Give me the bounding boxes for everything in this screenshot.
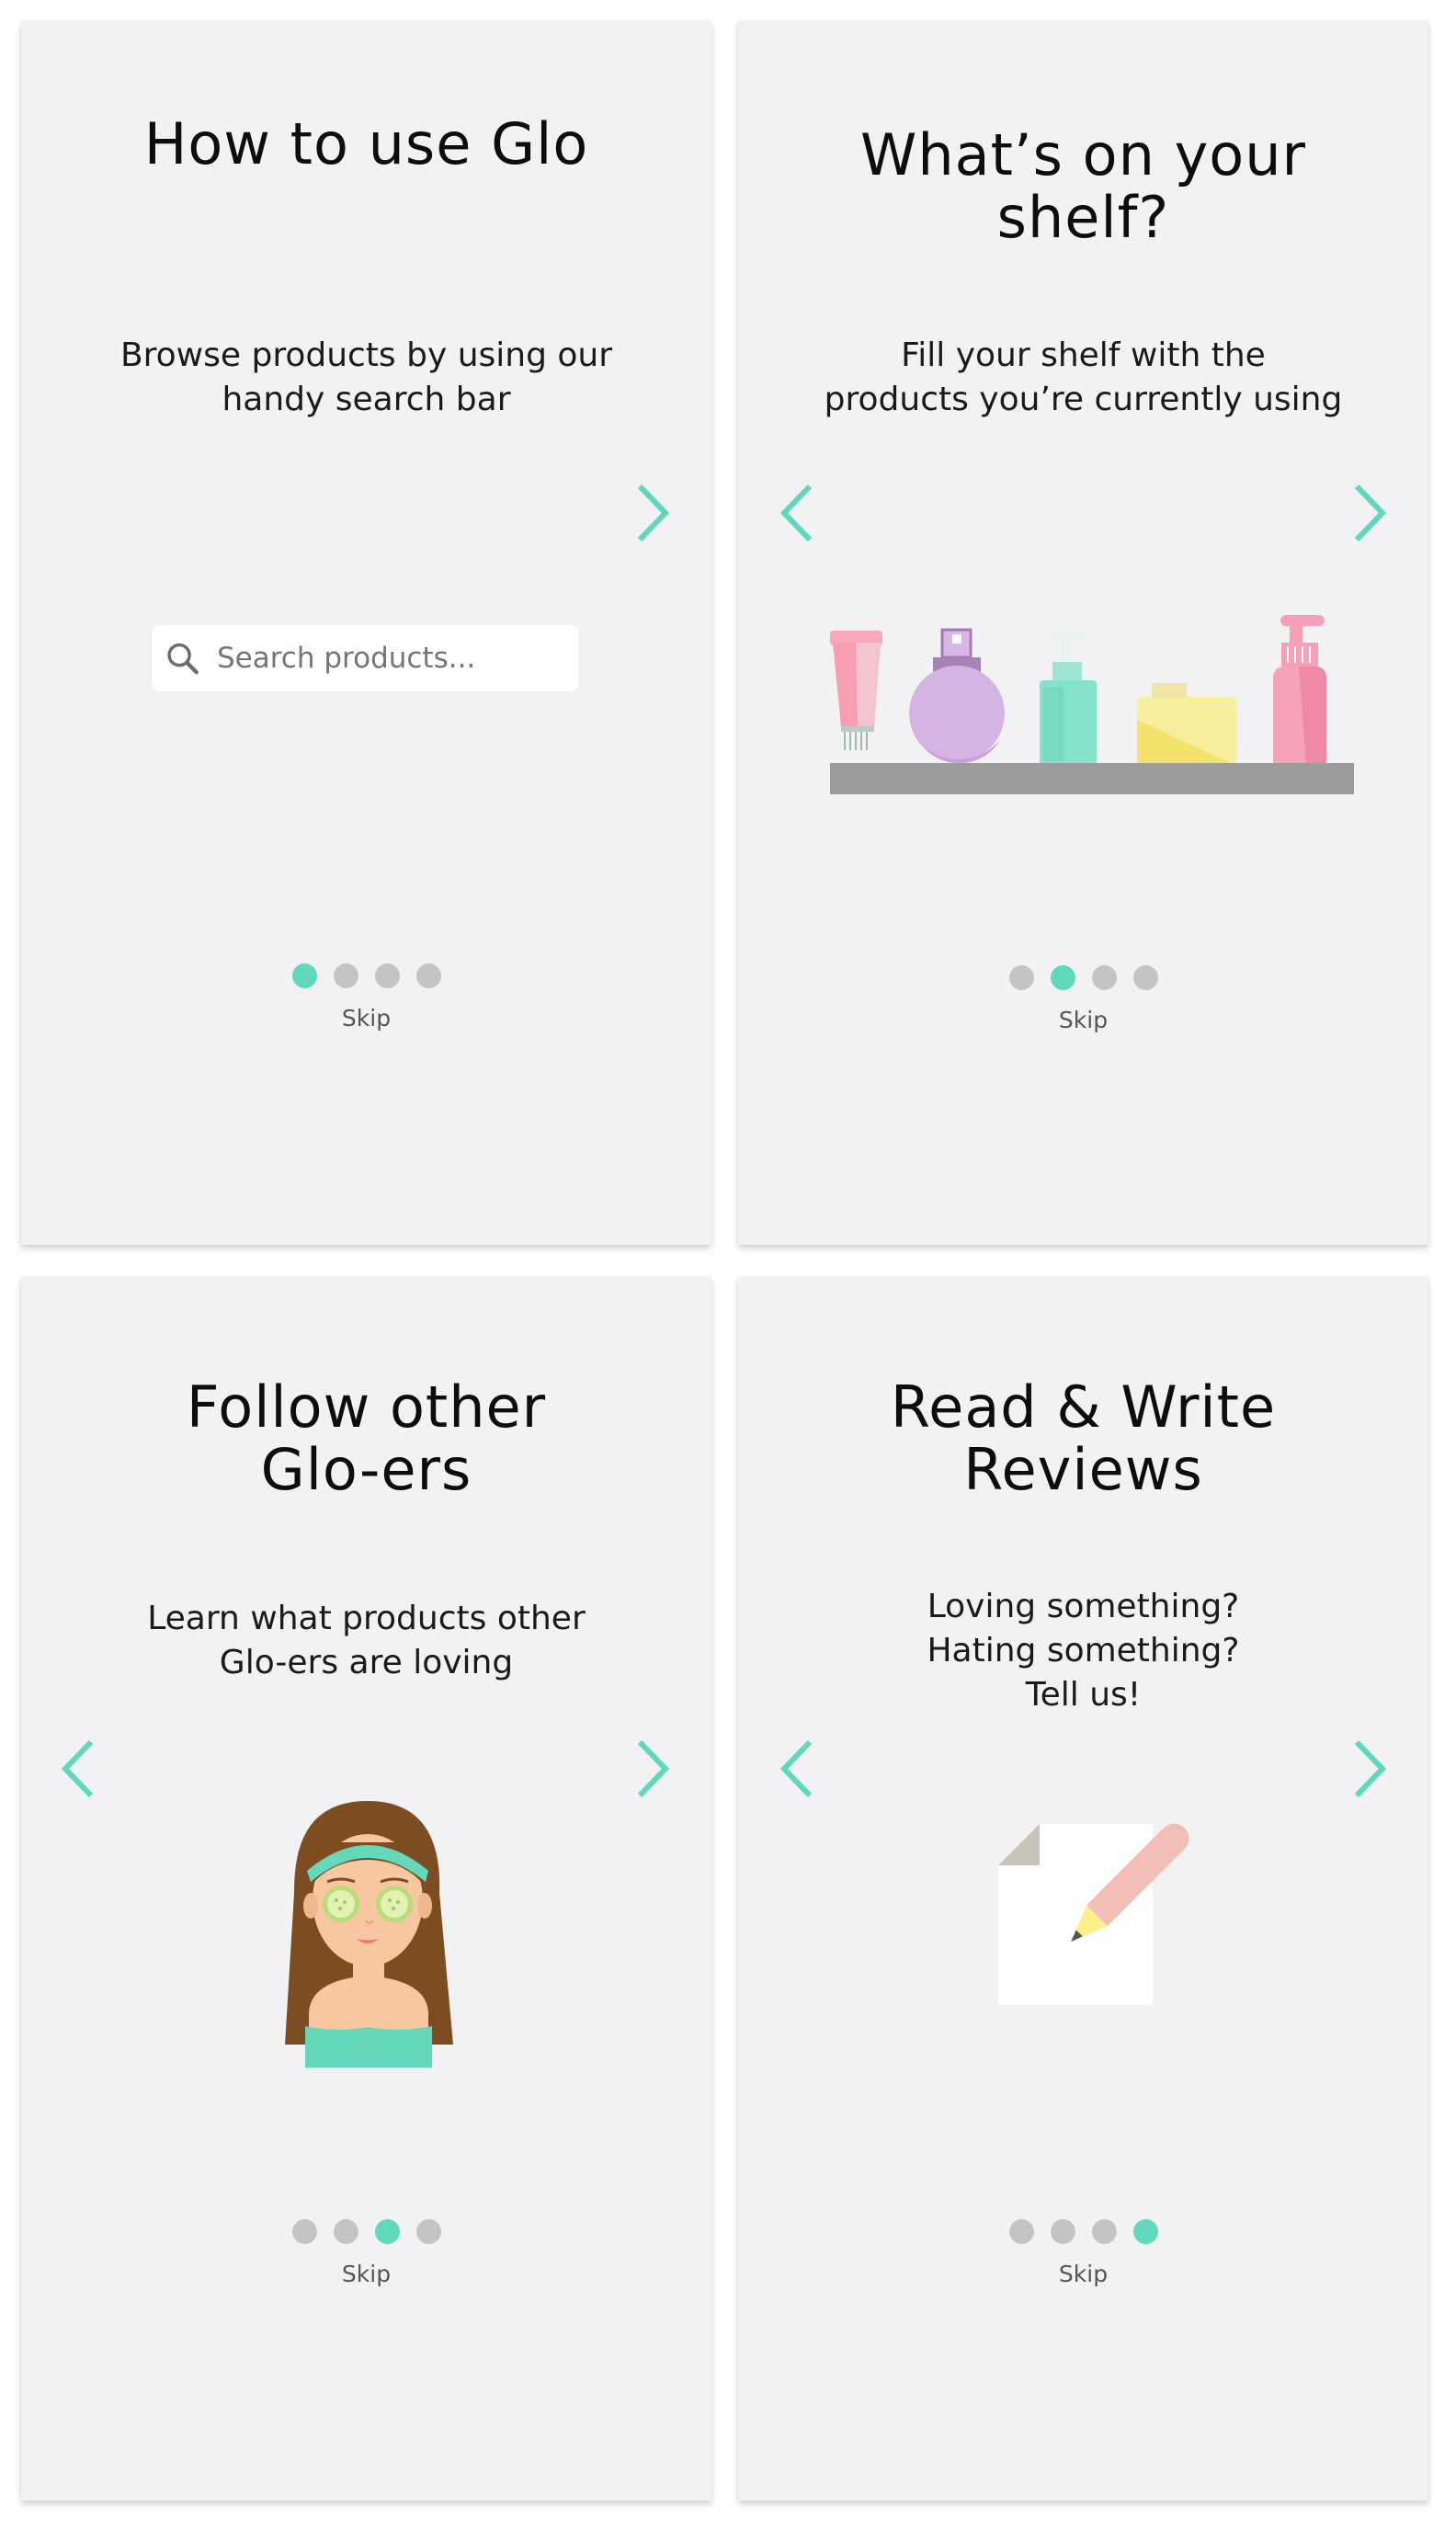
title-line: shelf? [996, 184, 1170, 251]
description-line: products you’re currently using [824, 381, 1343, 418]
search-icon [167, 643, 199, 675]
chevron-left-icon [61, 1739, 94, 1798]
page-dot[interactable] [1091, 2219, 1117, 2244]
description-line: Learn what products other [147, 1600, 586, 1637]
write-review-illustration [998, 1823, 1189, 2005]
product-shelf-illustration [830, 615, 1354, 794]
onboarding-screen-reviews: Read & Write Reviews Loving something? H… [738, 1277, 1428, 2501]
description-line: Fill your shelf with the [901, 336, 1266, 374]
page-indicator [738, 2219, 1428, 2245]
page-dot[interactable] [415, 963, 441, 988]
screen-description: Learn what products other Glo-ers are lo… [21, 1597, 711, 1685]
description-line: Loving something? [927, 1588, 1240, 1625]
search-input[interactable] [215, 641, 578, 676]
page-dot[interactable] [415, 2219, 441, 2244]
page-indicator [21, 2219, 711, 2245]
onboarding-screen-shelf: What’s on your shelf? Fill your shelf wi… [738, 21, 1428, 1245]
page-dot[interactable] [374, 963, 400, 988]
chevron-right-icon [637, 1739, 670, 1798]
next-button[interactable] [1346, 481, 1392, 545]
screen-title: Read & Write Reviews [738, 1376, 1428, 1501]
page-dot[interactable] [333, 2219, 358, 2244]
page-dot[interactable] [291, 2219, 317, 2244]
chevron-right-icon [1354, 1739, 1387, 1798]
next-button[interactable] [1346, 1737, 1392, 1801]
page-indicator [738, 965, 1428, 991]
chevron-left-icon [779, 484, 813, 542]
skip-link[interactable]: Skip [738, 1007, 1428, 1033]
page-dot[interactable] [1091, 965, 1117, 990]
title-line: Reviews [963, 1436, 1203, 1503]
title-line: Glo-ers [260, 1436, 472, 1503]
title-line: Read & Write [890, 1373, 1277, 1441]
chevron-left-icon [779, 1739, 813, 1798]
previous-button[interactable] [775, 481, 821, 545]
search-bar[interactable] [152, 625, 578, 691]
description-line: Hating something? [927, 1632, 1240, 1669]
next-button[interactable] [629, 1737, 675, 1801]
screen-title: What’s on your shelf? [738, 124, 1428, 249]
page-dot[interactable] [1132, 965, 1158, 990]
page-dot-active[interactable] [1050, 965, 1075, 990]
screen-title: Follow other Glo-ers [21, 1376, 711, 1501]
skip-link[interactable]: Skip [738, 2261, 1428, 2287]
skip-link[interactable]: Skip [21, 2261, 711, 2287]
screen-description: Loving something? Hating something? Tell… [738, 1585, 1428, 1717]
screen-description: Browse products by using our handy searc… [21, 334, 711, 422]
previous-button[interactable] [775, 1737, 821, 1801]
onboarding-screen-search: How to use Glo Browse products by using … [21, 21, 711, 1245]
page-dot[interactable] [1008, 965, 1034, 990]
page-dot[interactable] [333, 963, 358, 988]
description-line: Tell us! [1025, 1676, 1142, 1714]
skip-link[interactable]: Skip [21, 1005, 711, 1031]
description-line: Browse products by using our [119, 336, 613, 374]
title-line: Follow other [186, 1373, 547, 1441]
page-dot[interactable] [1050, 2219, 1075, 2244]
next-button[interactable] [629, 481, 675, 545]
screen-description: Fill your shelf with the products you’re… [738, 334, 1428, 422]
chevron-right-icon [1354, 484, 1387, 542]
chevron-right-icon [637, 484, 670, 542]
page-dot-active[interactable] [374, 2219, 400, 2244]
previous-button[interactable] [56, 1737, 102, 1801]
page-dot[interactable] [1008, 2219, 1034, 2244]
page-indicator [21, 963, 711, 989]
screen-title: How to use Glo [143, 110, 589, 177]
description-line: Glo-ers are loving [219, 1644, 514, 1681]
title-line: What’s on your [860, 121, 1306, 188]
page-dot-active[interactable] [1132, 2219, 1158, 2244]
page-dot-active[interactable] [291, 963, 317, 988]
description-line: handy search bar [222, 381, 511, 418]
onboarding-screen-follow: Follow other Glo-ers Learn what products… [21, 1277, 711, 2501]
woman-avatar-illustration [285, 1801, 453, 2068]
